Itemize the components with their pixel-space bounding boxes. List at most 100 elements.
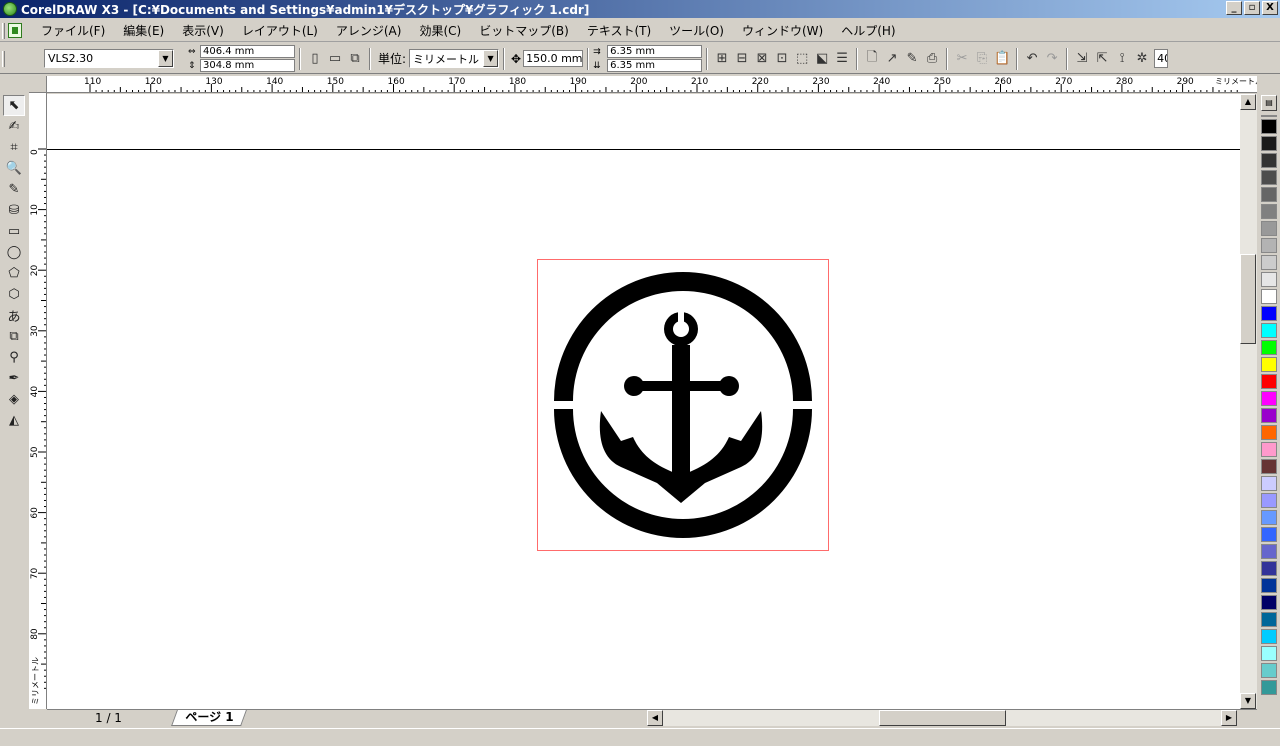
color-swatch[interactable] (1261, 238, 1277, 253)
zoom-level-field[interactable]: 40 (1154, 49, 1169, 68)
propbar-grip[interactable] (2, 50, 5, 67)
color-swatch[interactable] (1261, 374, 1277, 389)
color-swatch[interactable] (1261, 578, 1277, 593)
basic-shapes-icon[interactable]: ⬡ (3, 284, 25, 305)
scroll-right-button[interactable]: ▶ (1221, 710, 1237, 726)
freehand-tool-icon[interactable]: ✎ (3, 179, 25, 200)
horizontal-ruler[interactable]: 110 120 130 140 150 160 170 180 190 200 210 220 230 2… (47, 76, 1257, 93)
color-swatch[interactable] (1261, 680, 1277, 695)
scroll-up-button[interactable]: ▲ (1240, 94, 1256, 110)
color-swatch[interactable] (1261, 255, 1277, 270)
scroll-down-button[interactable]: ▼ (1240, 693, 1256, 709)
menu-view[interactable]: 表示(V) (173, 22, 233, 39)
color-swatch[interactable] (1261, 153, 1277, 168)
color-swatch[interactable] (1261, 221, 1277, 236)
import-icon[interactable]: ⇲ (1072, 49, 1092, 69)
open-icon[interactable]: ↗ (882, 49, 902, 69)
color-swatch[interactable] (1261, 527, 1277, 542)
snap-grid-icon[interactable]: ⊞ (712, 49, 732, 69)
eyedropper-icon[interactable]: ⚲ (3, 347, 25, 368)
pick-tool-icon[interactable]: ⬉ (3, 95, 25, 116)
smart-fill-icon[interactable]: ⛁ (3, 200, 25, 221)
color-swatch[interactable] (1261, 459, 1277, 474)
rectangle-tool-icon[interactable]: ▭ (3, 221, 25, 242)
new-icon[interactable]: 🗋 (862, 49, 882, 69)
duplicate-y-field[interactable]: 6.35 mm (607, 59, 703, 72)
horizontal-scroll-thumb[interactable] (879, 710, 1006, 726)
color-swatch[interactable] (1261, 561, 1277, 576)
color-swatch[interactable] (1261, 408, 1277, 423)
menu-edit[interactable]: 編集(E) (114, 22, 173, 39)
color-swatch[interactable] (1261, 425, 1277, 440)
vertical-scrollbar[interactable]: ▲ ▼ (1240, 94, 1257, 709)
save-icon[interactable]: ✎ (902, 49, 922, 69)
color-swatch[interactable] (1261, 136, 1277, 151)
interactive-fill-icon[interactable]: ◭ (3, 410, 25, 431)
page-width-field[interactable]: 406.4 mm (200, 45, 295, 58)
color-swatch[interactable] (1261, 204, 1277, 219)
page-height-field[interactable]: 304.8 mm (200, 59, 295, 72)
undo-icon[interactable]: ↶ (1022, 49, 1042, 69)
redo-icon[interactable]: ↷ (1042, 49, 1062, 69)
ellipse-tool-icon[interactable]: ◯ (3, 242, 25, 263)
vertical-ruler[interactable]: 0 10 20 30 40 50 60 70 80 ミリメートル (29, 93, 47, 709)
portrait-icon[interactable]: ▯ (305, 49, 325, 69)
all-pages-icon[interactable]: ⧉ (345, 49, 365, 69)
horizontal-scrollbar[interactable]: ◀ ▶ (647, 710, 1237, 726)
ruler-origin[interactable] (29, 76, 47, 93)
duplicate-x-field[interactable]: 6.35 mm (607, 45, 703, 58)
text-tool-icon[interactable]: あ (3, 305, 25, 326)
scroll-left-button[interactable]: ◀ (647, 710, 663, 726)
shape-tool-icon[interactable]: ✍ (3, 116, 25, 137)
color-swatch[interactable] (1261, 340, 1277, 355)
menu-effects[interactable]: 効果(C) (410, 22, 470, 39)
export-icon[interactable]: ⇱ (1092, 49, 1112, 69)
color-swatch[interactable] (1261, 476, 1277, 491)
menu-help[interactable]: ヘルプ(H) (832, 22, 904, 39)
welcome-screen-icon[interactable]: ✲ (1132, 49, 1152, 69)
close-button[interactable]: X (1262, 1, 1278, 15)
nudge-distance-field[interactable]: 150.0 mm (523, 50, 584, 67)
color-swatch[interactable] (1261, 595, 1277, 610)
units-select[interactable]: ミリメートル ▼ (409, 49, 500, 68)
menu-text[interactable]: テキスト(T) (578, 22, 660, 39)
snap-guidelines-icon[interactable]: ⊟ (732, 49, 752, 69)
menu-file[interactable]: ファイル(F) (32, 22, 114, 39)
restore-button[interactable]: ▫ (1244, 1, 1260, 15)
menu-layout[interactable]: レイアウト(L) (233, 22, 327, 39)
menu-tools[interactable]: ツール(O) (660, 22, 733, 39)
zoom-tool-icon[interactable]: 🔍 (3, 158, 25, 179)
paper-preset-select[interactable]: VLS2.30 ▼ (44, 49, 174, 68)
document-icon[interactable] (8, 23, 22, 38)
palette-menu-button[interactable]: ▤ (1261, 95, 1277, 111)
polygon-tool-icon[interactable]: ⬠ (3, 263, 25, 284)
crop-tool-icon[interactable]: ⌗ (3, 137, 25, 158)
color-swatch[interactable] (1261, 187, 1277, 202)
coreldraw-app-icon[interactable] (3, 2, 17, 16)
draw-mode-icon[interactable]: ⬕ (812, 49, 832, 69)
color-swatch[interactable] (1261, 493, 1277, 508)
options-icon[interactable]: ☰ (832, 49, 852, 69)
chevron-down-icon[interactable]: ▼ (158, 50, 173, 67)
color-swatch[interactable] (1261, 663, 1277, 678)
anchor-logo-artwork[interactable] (537, 259, 830, 552)
color-swatch[interactable] (1261, 170, 1277, 185)
color-swatch[interactable] (1261, 323, 1277, 338)
color-swatch[interactable] (1261, 391, 1277, 406)
menu-bitmaps[interactable]: ビットマップ(B) (470, 22, 578, 39)
fill-tool-icon[interactable]: ◈ (3, 389, 25, 410)
color-swatch[interactable] (1261, 357, 1277, 372)
chevron-down-icon[interactable]: ▼ (483, 50, 499, 67)
menu-window[interactable]: ウィンドウ(W) (733, 22, 832, 39)
interactive-blend-icon[interactable]: ⧉ (3, 326, 25, 347)
color-swatch[interactable] (1261, 544, 1277, 559)
outline-pen-icon[interactable]: ✒ (3, 368, 25, 389)
treat-as-filled-icon[interactable]: ⬚ (792, 49, 812, 69)
menu-arrange[interactable]: アレンジ(A) (327, 22, 411, 39)
color-swatch[interactable] (1261, 442, 1277, 457)
color-swatch[interactable] (1261, 289, 1277, 304)
color-swatch[interactable] (1261, 629, 1277, 644)
drawing-canvas[interactable] (47, 94, 1240, 709)
color-swatch[interactable] (1261, 612, 1277, 627)
menu-grip[interactable] (2, 22, 5, 39)
